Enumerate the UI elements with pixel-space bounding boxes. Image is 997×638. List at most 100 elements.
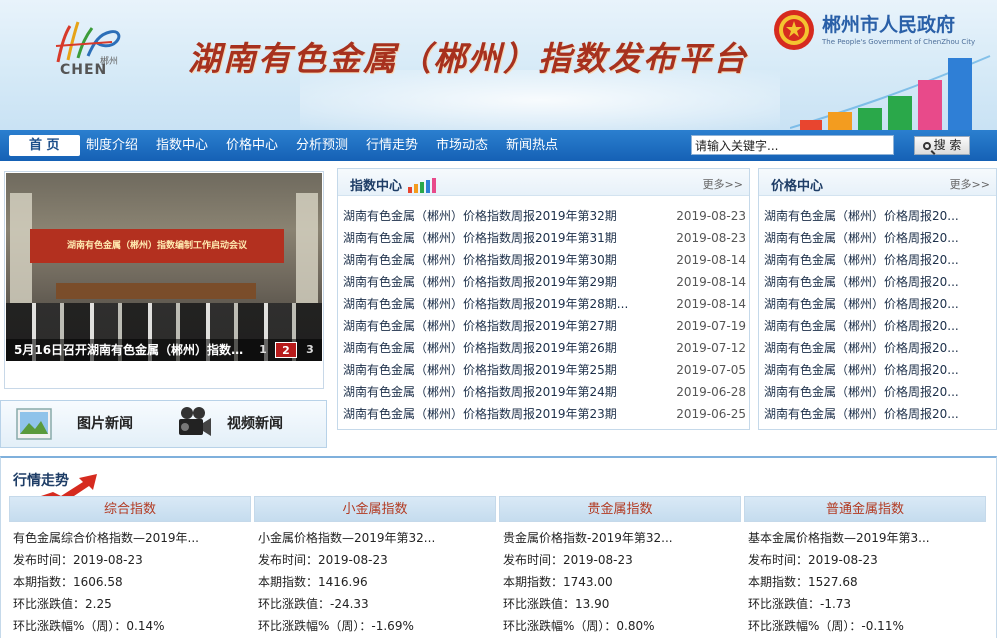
- video-camera-icon: [179, 407, 211, 436]
- nav-price-center[interactable]: 价格中心: [226, 130, 278, 161]
- list-item-link[interactable]: 湖南有色金属（郴州）价格指数周报2019年第29期: [343, 271, 617, 293]
- list-item: 湖南有色金属（郴州）价格指数周报2019年第30期 2019-08-14: [343, 249, 746, 271]
- slideshow-photo[interactable]: 湖南有色金属（郴州）指数编制工作启动会议 5月16日召开湖南有色金属（郴州）指数…: [6, 173, 322, 361]
- list-item: 湖南有色金属（郴州）价格指数周报2019年第25期 2019-07-05: [343, 359, 746, 381]
- trend-current-index: 本期指数：1743.00: [503, 575, 613, 589]
- trend-change-percent: 环比涨跌幅%（周）：0.14%: [13, 619, 165, 633]
- nav-analysis-forecast[interactable]: 分析预测: [296, 130, 348, 161]
- list-item-date: 2019-06-25: [676, 407, 746, 421]
- list-item-link[interactable]: 湖南有色金属（郴州）价格指数周报2019年第25期: [343, 359, 617, 381]
- nav-market-trend[interactable]: 行情走势: [366, 130, 418, 161]
- list-item: 湖南有色金属（郴州）价格指数周报2019年第31期 2019-08-23: [343, 227, 746, 249]
- list-item-link[interactable]: 湖南有色金属（郴州）价格周报20...: [764, 315, 959, 337]
- trend-current-index: 本期指数：1527.68: [748, 575, 858, 589]
- trend-publish-time: 发布时间：2019-08-23: [13, 553, 143, 567]
- trend-column-header[interactable]: 贵金属指数: [499, 496, 741, 522]
- list-item-link[interactable]: 湖南有色金属（郴州）价格指数周报2019年第24期: [343, 381, 617, 403]
- search-button[interactable]: 搜 索: [914, 136, 970, 155]
- trend-change-value: 环比涨跌值：2.25: [13, 597, 112, 611]
- list-item-link[interactable]: 湖南有色金属（郴州）价格指数周报2019年第26期: [343, 337, 617, 359]
- list-item-link[interactable]: 湖南有色金属（郴州）价格周报20...: [764, 271, 959, 293]
- more-link[interactable]: 更多>>: [950, 176, 990, 192]
- list-item: 湖南有色金属（郴州）价格指数周报2019年第24期 2019-06-28: [343, 381, 746, 403]
- trend-column-header[interactable]: 综合指数: [9, 496, 251, 522]
- slideshow-caption[interactable]: 5月16日召开湖南有色金属（郴州）指数编制工作启动会议: [14, 339, 252, 361]
- trend-column-composite: 综合指数 有色金属综合价格指数—2019年... 发布时间：2019-08-23…: [9, 496, 251, 638]
- list-item-link[interactable]: 湖南有色金属（郴州）价格指数周报2019年第32期: [343, 205, 617, 227]
- list-item: 湖南有色金属（郴州）价格指数周报2019年第29期 2019-08-14: [343, 271, 746, 293]
- slide-page-1[interactable]: 1: [252, 342, 274, 358]
- photo-window: [10, 193, 32, 303]
- list-item-link[interactable]: 湖南有色金属（郴州）价格周报20...: [764, 381, 959, 403]
- nav-hot-news[interactable]: 新闻热点: [506, 130, 558, 161]
- video-news-label: 视频新闻: [227, 416, 283, 432]
- bar-graph-decoration-icon: [790, 55, 991, 130]
- photo-news-label: 图片新闻: [77, 416, 133, 432]
- trend-column-minor-metals: 小金属指数 小金属价格指数—2019年第32... 发布时间：2019-08-2…: [254, 496, 496, 638]
- trend-publish-time: 发布时间：2019-08-23: [503, 553, 633, 567]
- trend-column-header[interactable]: 普通金属指数: [744, 496, 986, 522]
- list-item: 湖南有色金属（郴州）价格周报20...: [764, 249, 994, 271]
- list-item-date: 2019-07-05: [676, 363, 746, 377]
- nav-system-intro[interactable]: 制度介绍: [86, 130, 138, 161]
- list-item-link[interactable]: 湖南有色金属（郴州）价格周报20...: [764, 337, 959, 359]
- nav-index-center[interactable]: 指数中心: [156, 130, 208, 161]
- national-emblem-icon: [774, 10, 814, 50]
- trend-index-name[interactable]: 基本金属价格指数—2019年第3...: [744, 527, 986, 549]
- picture-icon: [16, 408, 52, 440]
- list-item: 湖南有色金属（郴州）价格周报20...: [764, 403, 994, 425]
- trend-publish-time: 发布时间：2019-08-23: [748, 553, 878, 567]
- list-item: 湖南有色金属（郴州）价格指数周报2019年第28期... 2019-08-14: [343, 293, 746, 315]
- panel-title: 指数中心: [350, 179, 403, 194]
- list-item-date: 2019-07-19: [676, 319, 746, 333]
- slide-page-2[interactable]: 2: [275, 342, 297, 358]
- list-item: 湖南有色金属（郴州）价格周报20...: [764, 271, 994, 293]
- panel-title: 价格中心: [771, 179, 824, 194]
- list-item-link[interactable]: 湖南有色金属（郴州）价格周报20...: [764, 403, 959, 425]
- trend-publish-time: 发布时间：2019-08-23: [258, 553, 388, 567]
- slideshow-caption-bar: 5月16日召开湖南有色金属（郴州）指数编制工作启动会议 1 2 3: [6, 339, 322, 361]
- slide-page-3[interactable]: 3: [299, 342, 321, 358]
- nav-market-news[interactable]: 市场动态: [436, 130, 488, 161]
- list-item-link[interactable]: 湖南有色金属（郴州）价格指数周报2019年第23期: [343, 403, 617, 425]
- trend-index-name[interactable]: 贵金属价格指数-2019年第32...: [499, 527, 741, 549]
- nav-home[interactable]: 首 页: [9, 135, 80, 156]
- site-banner: 郴州 CHEN 湖南有色金属（郴州）指数发布平台 郴州市人民政府 The Peo…: [0, 0, 997, 130]
- market-trend-section: 行情走势 综合指数 有色金属综合价格指数—2019年... 发布时间：2019-…: [0, 456, 997, 638]
- trend-change-percent: 环比涨跌幅%（周）：-1.69%: [258, 619, 414, 633]
- video-news-link[interactable]: 视频新闻: [173, 401, 313, 447]
- trend-index-name[interactable]: 小金属价格指数—2019年第32...: [254, 527, 496, 549]
- list-item-date: 2019-06-28: [676, 385, 746, 399]
- trend-column-precious-metals: 贵金属指数 贵金属价格指数-2019年第32... 发布时间：2019-08-2…: [499, 496, 741, 638]
- list-item-date: 2019-08-14: [676, 297, 746, 311]
- list-item-link[interactable]: 湖南有色金属（郴州）价格指数周报2019年第27期: [343, 315, 617, 337]
- list-item-link[interactable]: 湖南有色金属（郴州）价格指数周报2019年第30期: [343, 249, 617, 271]
- trend-current-index: 本期指数：1416.96: [258, 575, 368, 589]
- list-item: 湖南有色金属（郴州）价格周报20...: [764, 227, 994, 249]
- photo-news-link[interactable]: 图片新闻: [15, 401, 155, 447]
- more-link[interactable]: 更多>>: [703, 176, 743, 192]
- panel-header: 价格中心 更多>>: [759, 169, 996, 196]
- trend-column-header[interactable]: 小金属指数: [254, 496, 496, 522]
- trend-column-base-metals: 普通金属指数 基本金属价格指数—2019年第3... 发布时间：2019-08-…: [744, 496, 986, 638]
- trend-index-name[interactable]: 有色金属综合价格指数—2019年...: [9, 527, 251, 549]
- list-item-link[interactable]: 湖南有色金属（郴州）价格周报20...: [764, 359, 959, 381]
- logo-text: CHEN: [60, 62, 108, 78]
- list-item-link[interactable]: 湖南有色金属（郴州）价格周报20...: [764, 227, 959, 249]
- list-item-link[interactable]: 湖南有色金属（郴州）价格周报20...: [764, 293, 959, 315]
- list-item-link[interactable]: 湖南有色金属（郴州）价格周报20...: [764, 205, 959, 227]
- list-item-date: 2019-08-14: [676, 253, 746, 267]
- government-english-name: The People's Government of ChenZhou City: [822, 38, 976, 46]
- search-input[interactable]: [691, 135, 894, 155]
- list-item-date: 2019-08-14: [676, 275, 746, 289]
- news-slideshow: 湖南有色金属（郴州）指数编制工作启动会议 5月16日召开湖南有色金属（郴州）指数…: [4, 171, 324, 389]
- list-item-link[interactable]: 湖南有色金属（郴州）价格周报20...: [764, 249, 959, 271]
- list-item-date: 2019-08-23: [676, 209, 746, 223]
- panel-header: 指数中心 更多>>: [338, 169, 749, 196]
- price-center-panel: 价格中心 更多>> 湖南有色金属（郴州）价格周报20... 湖南有色金属（郴州）…: [758, 168, 997, 430]
- list-item: 湖南有色金属（郴州）价格周报20...: [764, 337, 994, 359]
- list-item-link[interactable]: 湖南有色金属（郴州）价格指数周报2019年第28期...: [343, 293, 628, 315]
- list-item-link[interactable]: 湖南有色金属（郴州）价格指数周报2019年第31期: [343, 227, 617, 249]
- trend-change-percent: 环比涨跌幅%（周）：0.80%: [503, 619, 655, 633]
- government-name: 郴州市人民政府: [822, 14, 956, 36]
